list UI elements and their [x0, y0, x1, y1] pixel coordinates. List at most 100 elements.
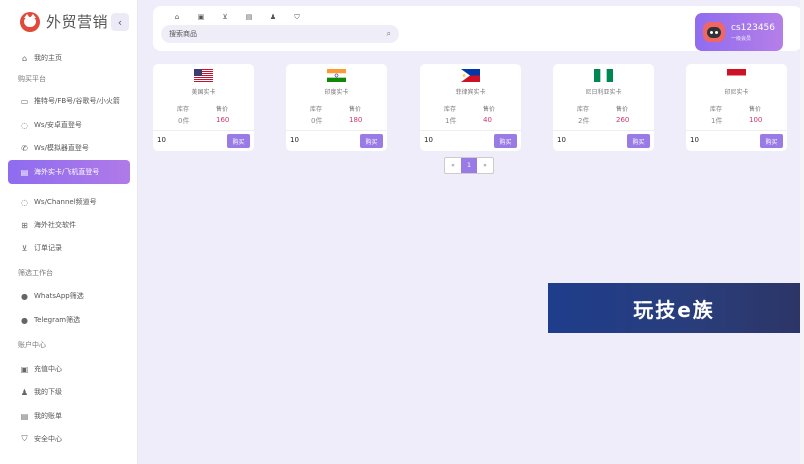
document-icon: ▤ — [20, 167, 29, 177]
sidebar-item[interactable]: ⛉ 安全中心 — [8, 428, 130, 450]
sidebar-item-label: Ws/Channel频道号 — [34, 198, 97, 206]
flag-us-icon — [194, 67, 213, 82]
sidebar-item[interactable]: ◌ Ws/Channel频道号 — [8, 191, 130, 213]
price-label: 售价 — [616, 106, 629, 113]
cart-icon[interactable]: ⊻ — [213, 11, 237, 23]
stock-label: 库存 — [444, 106, 457, 113]
sidebar-item[interactable]: ● Telegram筛选 — [8, 309, 130, 331]
sidebar-item[interactable]: ▤ 我的账单 — [8, 405, 130, 427]
home-icon: ⌂ — [21, 53, 28, 63]
search-box: ⌕ — [161, 25, 399, 43]
product-name: 尼日利亚实卡 — [585, 89, 622, 96]
sidebar-item-label: Telegram筛选 — [34, 316, 81, 324]
home-icon[interactable]: ⌂ — [165, 11, 189, 23]
sidebar: 外贸营销 ‹ ⌂ 我的主页 购买平台 ▭ 推特号/FB号/谷歌号/小火箭 ◌ Ws/安卓直登… — [0, 0, 138, 464]
whatsapp-icon: ◌ — [21, 197, 28, 207]
card-divider — [420, 130, 521, 131]
app-title: 外贸营销 — [46, 13, 109, 31]
product-name: 印尼实卡 — [724, 89, 749, 96]
whatsapp-filled-icon: ● — [21, 291, 28, 301]
chevron-left-icon: ‹ — [117, 15, 123, 29]
chat-icon: ▭ — [20, 96, 29, 106]
flag-id-icon — [727, 67, 746, 82]
user-icon[interactable]: ♟ — [261, 11, 285, 23]
flag-ng-icon — [594, 67, 613, 82]
sidebar-item[interactable]: ⌂ 我的主页 — [8, 47, 130, 69]
quantity-input[interactable]: 10 — [557, 136, 566, 144]
card-divider — [686, 130, 787, 131]
product-card: 菲律宾实卡 库存 售价 1件 40 10 购买 — [420, 64, 521, 151]
watermark-text: 玩技e族 — [633, 297, 715, 322]
price-value: 100 — [749, 116, 763, 124]
product-card: 印度实卡 库存 售价 0件 180 10 购买 — [286, 64, 387, 151]
price-value: 40 — [483, 116, 492, 124]
sidebar-item-label: 海外实卡/飞机直登号 — [34, 168, 100, 176]
buy-button[interactable]: 购买 — [494, 134, 517, 148]
sidebar-collapse-button[interactable]: ‹ — [111, 13, 129, 31]
prev-page-button[interactable]: « — [445, 158, 461, 173]
sidebar-item-label: Ws/安卓直登号 — [34, 121, 82, 129]
quantity-input[interactable]: 10 — [690, 136, 699, 144]
product-name: 菲律宾实卡 — [455, 89, 486, 96]
sidebar-item[interactable]: ⊻ 订单记录 — [8, 237, 130, 259]
sidebar-item[interactable]: ◌ Ws/安卓直登号 — [8, 114, 130, 136]
stock-value: 2件 — [578, 117, 590, 125]
price-label: 售价 — [749, 106, 762, 113]
app-logo[interactable]: 外贸营销 — [20, 11, 108, 32]
buy-button[interactable]: 购买 — [227, 134, 250, 148]
user-name: cs123456 — [731, 22, 775, 33]
sidebar-item[interactable]: ● WhatsApp筛选 — [8, 285, 130, 307]
buy-button[interactable]: 购买 — [627, 134, 650, 148]
sidebar-item[interactable]: ✆ Ws/模拟器直登号 — [8, 137, 130, 159]
sidebar-item[interactable]: ▣ 充值中心 — [8, 358, 130, 380]
sidebar-item[interactable]: ▤ 海外实卡/飞机直登号 — [8, 160, 130, 184]
price-value: 260 — [616, 116, 630, 124]
next-page-button[interactable]: » — [477, 158, 493, 173]
cart-icon: ⊻ — [21, 243, 28, 253]
list-icon[interactable]: ▤ — [237, 11, 261, 23]
flag-ph-icon — [461, 67, 480, 82]
search-input[interactable] — [169, 30, 387, 38]
search-icon[interactable]: ⌕ — [387, 29, 391, 39]
stock-label: 库存 — [177, 106, 190, 113]
quantity-input[interactable]: 10 — [424, 136, 433, 144]
stock-label: 库存 — [310, 106, 323, 113]
sidebar-item[interactable]: ▭ 推特号/FB号/谷歌号/小火箭 — [8, 90, 130, 112]
scrollbar[interactable] — [800, 0, 804, 464]
stock-value: 0件 — [311, 117, 323, 125]
stock-label: 库存 — [710, 106, 723, 113]
quantity-input[interactable]: 10 — [290, 136, 299, 144]
price-label: 售价 — [349, 106, 362, 113]
watermark-banner: 玩技e族 — [548, 283, 800, 333]
nav-section-label: 账户中心 — [18, 341, 46, 349]
buy-button[interactable]: 购买 — [360, 134, 383, 148]
nav-section-label: 筛选工作台 — [18, 269, 53, 277]
product-card: 美国实卡 库存 售价 0件 160 10 购买 — [153, 64, 254, 151]
price-label: 售价 — [216, 106, 229, 113]
sidebar-item[interactable]: ♟ 我的下级 — [8, 381, 130, 403]
sidebar-item-label: 我的账单 — [34, 412, 62, 420]
card-divider — [286, 130, 387, 131]
sidebar-item-label: 推特号/FB号/谷歌号/小火箭 — [34, 97, 120, 105]
quick-tools: ⌂ ▣ ⊻ ▤ ♟ ⛉ — [165, 11, 309, 23]
user-role: 一级会员 — [731, 35, 752, 42]
bill-icon: ▤ — [20, 411, 29, 421]
sidebar-item-label: 海外社交软件 — [34, 221, 76, 229]
page-1-button[interactable]: 1 — [461, 158, 477, 173]
card-divider — [553, 130, 654, 131]
pagination: « 1 » — [444, 157, 494, 174]
shield-icon[interactable]: ⛉ — [285, 11, 309, 23]
buy-button[interactable]: 购买 — [760, 134, 783, 148]
product-card: 印尼实卡 库存 售价 1件 100 10 购买 — [686, 64, 787, 151]
sidebar-item-label: WhatsApp筛选 — [34, 292, 84, 300]
top-bar: ⌂▣⊻▤♟⛉ ⌕ cs123456 一级会员 — [153, 6, 802, 51]
user-card[interactable]: cs123456 一级会员 — [695, 13, 783, 51]
sidebar-item-label: Ws/模拟器直登号 — [34, 144, 89, 152]
whatsapp-icon: ◌ — [21, 120, 28, 130]
sidebar-item[interactable]: ⊞ 海外社交软件 — [8, 214, 130, 236]
image-icon[interactable]: ▣ — [189, 11, 213, 23]
sidebar-item-label: 安全中心 — [34, 435, 62, 443]
quantity-input[interactable]: 10 — [157, 136, 166, 144]
cat-logo-icon — [20, 11, 40, 32]
sidebar-item-label: 我的主页 — [34, 54, 62, 62]
